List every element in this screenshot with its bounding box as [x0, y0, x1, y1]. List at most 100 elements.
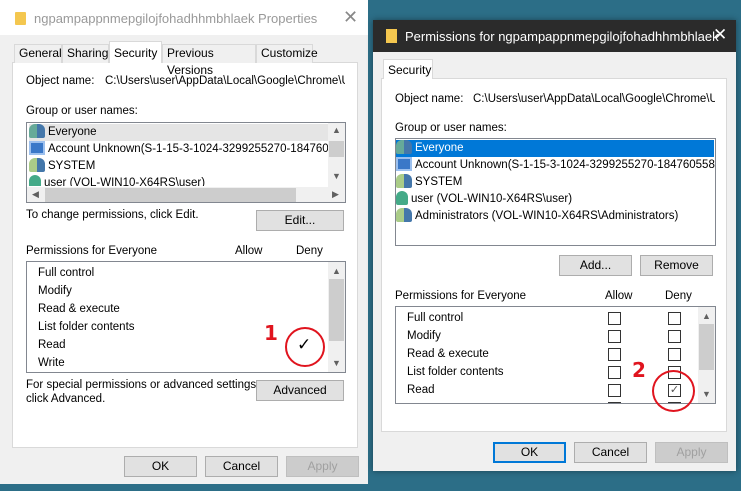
- permission-row: Read: [407, 384, 435, 396]
- permission-row: Read & execute: [38, 303, 120, 315]
- group-icon: [396, 174, 412, 188]
- user-list[interactable]: Everyone Account Unknown(S-1-15-3-1024-3…: [26, 122, 346, 203]
- add-button[interactable]: Add...: [559, 255, 632, 276]
- scroll-thumb[interactable]: [329, 141, 344, 157]
- tab-security[interactable]: Security: [109, 41, 162, 63]
- scroll-right-icon: ▶: [332, 189, 339, 199]
- group-icon: [29, 158, 45, 172]
- advanced-text: click Advanced.: [26, 393, 106, 405]
- tab-previous-versions[interactable]: Previous Versions: [162, 44, 256, 77]
- user-icon: [396, 191, 408, 205]
- user-list[interactable]: Everyone Account Unknown(S-1-15-3-1024-3…: [395, 138, 716, 246]
- title-bar: Permissions for ngpampappnmepgilojfohadh…: [373, 20, 736, 52]
- tab-general[interactable]: General: [14, 44, 62, 63]
- scroll-down-icon: ▼: [332, 171, 341, 181]
- scroll-up-icon: ▲: [702, 311, 711, 321]
- object-name-label: Object name:: [26, 75, 95, 87]
- edit-button[interactable]: Edit...: [256, 210, 344, 231]
- user-item[interactable]: Administrators (VOL-WIN10-X64RS\Administ…: [396, 208, 678, 225]
- permission-row: Full control: [407, 312, 464, 324]
- allow-checkbox[interactable]: [608, 348, 621, 361]
- allow-header: Allow: [235, 245, 263, 257]
- user-item[interactable]: SYSTEM: [29, 158, 95, 175]
- permission-row: List folder contents: [407, 366, 504, 378]
- folder-icon: [386, 29, 397, 43]
- group-icon: [396, 208, 412, 222]
- permission-row: Write: [38, 357, 65, 369]
- permissions-label: Permissions for Everyone: [395, 290, 527, 302]
- ok-button[interactable]: OK: [493, 442, 566, 463]
- user-icon: [29, 175, 41, 186]
- annotation-number: 2: [632, 358, 646, 382]
- window-title: Permissions for ngpampappnmepgilojfohadh…: [405, 29, 719, 44]
- user-item[interactable]: user (VOL-WIN10-X64RS\user): [29, 175, 205, 186]
- allow-checkbox[interactable]: [608, 384, 621, 397]
- vertical-scrollbar[interactable]: ▲ ▼: [698, 307, 715, 403]
- annotation-circle: [652, 370, 695, 412]
- user-item[interactable]: Everyone: [29, 124, 328, 141]
- tab-security[interactable]: Security: [383, 59, 433, 79]
- user-item[interactable]: user (VOL-WIN10-X64RS\user): [396, 191, 572, 208]
- deny-checkbox[interactable]: [668, 312, 681, 325]
- apply-button: Apply: [286, 456, 359, 477]
- scroll-thumb[interactable]: [329, 279, 344, 341]
- deny-checkbox[interactable]: [668, 330, 681, 343]
- user-item[interactable]: SYSTEM: [396, 174, 462, 191]
- cancel-button[interactable]: Cancel: [574, 442, 647, 463]
- window-title: ngpampappnmepgilojfohadhhmbhlaek Propert…: [34, 11, 318, 26]
- change-permissions-text: To change permissions, click Edit.: [26, 209, 199, 221]
- advanced-text: For special permissions or advanced sett…: [26, 379, 260, 391]
- permission-row: Full control: [38, 267, 95, 279]
- permission-row: Read & execute: [407, 348, 489, 360]
- allow-checkbox[interactable]: [608, 330, 621, 343]
- user-item[interactable]: Everyone: [396, 140, 714, 157]
- object-name-value: C:\Users\user\AppData\Local\Google\Chrom…: [473, 93, 715, 105]
- allow-checkbox[interactable]: [608, 312, 621, 325]
- deny-checkbox[interactable]: [668, 348, 681, 361]
- scroll-thumb[interactable]: [699, 324, 714, 370]
- properties-window: ngpampappnmepgilojfohadhhmbhlaek Propert…: [0, 0, 368, 484]
- remove-button[interactable]: Remove: [640, 255, 713, 276]
- tab-sharing[interactable]: Sharing: [62, 44, 109, 63]
- scroll-up-icon: ▲: [332, 125, 341, 135]
- permission-row: List folder contents: [38, 321, 135, 333]
- allow-checkbox[interactable]: [608, 402, 621, 403]
- close-icon[interactable]: ✕: [713, 25, 727, 45]
- vertical-scrollbar[interactable]: ▲ ▼: [328, 123, 345, 187]
- deny-header: Deny: [665, 290, 692, 302]
- annotation-circle: [285, 327, 325, 367]
- close-icon[interactable]: ✕: [343, 7, 358, 28]
- ok-button[interactable]: OK: [124, 456, 197, 477]
- user-item[interactable]: Account Unknown(S-1-15-3-1024-3299255270…: [29, 141, 345, 158]
- group-icon: [396, 140, 412, 154]
- permissions-label: Permissions for Everyone: [26, 245, 158, 257]
- account-icon: [29, 141, 45, 155]
- apply-button: Apply: [655, 442, 728, 463]
- cancel-button[interactable]: Cancel: [205, 456, 278, 477]
- account-icon: [396, 157, 412, 171]
- user-item[interactable]: Account Unknown(S-1-15-3-1024-3299255270…: [396, 157, 715, 174]
- deny-header: Deny: [296, 245, 323, 257]
- folder-icon: [15, 12, 26, 25]
- scroll-left-icon: ◀: [32, 189, 39, 199]
- scroll-up-icon: ▲: [332, 266, 341, 276]
- advanced-button[interactable]: Advanced: [256, 380, 344, 401]
- allow-checkbox[interactable]: [608, 366, 621, 379]
- permission-row: Read: [38, 339, 66, 351]
- scroll-down-icon: ▼: [332, 358, 341, 368]
- scroll-thumb[interactable]: [45, 188, 296, 202]
- group-label: Group or user names:: [26, 105, 138, 117]
- permission-row: Modify: [407, 330, 441, 342]
- annotation-number: 1: [264, 321, 278, 345]
- scroll-down-icon: ▼: [702, 389, 711, 399]
- allow-header: Allow: [605, 290, 633, 302]
- group-label: Group or user names:: [395, 122, 507, 134]
- horizontal-scrollbar[interactable]: ◀ ▶: [27, 187, 345, 202]
- permissions-window: Permissions for ngpampappnmepgilojfohadh…: [373, 20, 736, 471]
- object-name-label: Object name:: [395, 93, 464, 105]
- group-icon: [29, 124, 45, 138]
- vertical-scrollbar[interactable]: ▲ ▼: [328, 262, 345, 372]
- object-name-value: C:\Users\user\AppData\Local\Google\Chrom…: [105, 75, 345, 87]
- tab-customize[interactable]: Customize: [256, 44, 318, 63]
- permission-row: Modify: [38, 285, 72, 297]
